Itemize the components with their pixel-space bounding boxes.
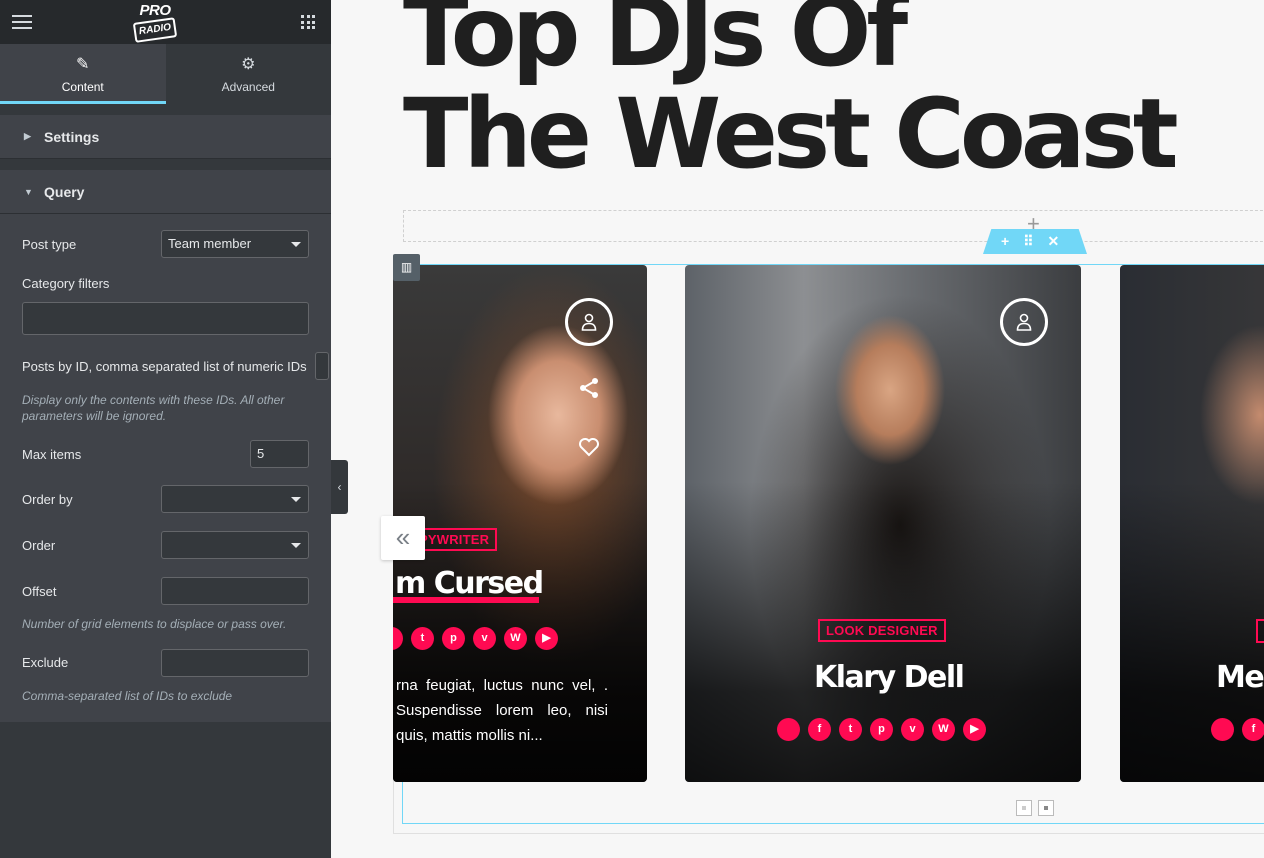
team-member-card[interactable]: Mel f — [1120, 265, 1264, 782]
pinterest-icon[interactable]: p — [870, 718, 893, 741]
widgets-grid-icon[interactable] — [301, 15, 315, 29]
pagination-dot-active[interactable] — [1038, 800, 1054, 816]
post-type-select[interactable]: Team member — [161, 230, 309, 258]
person-icon — [581, 313, 597, 331]
pinterest-icon[interactable]: p — [442, 627, 465, 650]
query-controls: Post type Team member Category filters P… — [0, 214, 331, 722]
team-member-card[interactable]: PYWRITER m Cursed t p v W ▶ rna feugiat,… — [393, 265, 647, 782]
twitter-icon[interactable]: t — [839, 718, 862, 741]
panel-tabs: ✎ Content ⚙ Advanced — [0, 44, 331, 104]
page-heading-line2: The West Coast — [403, 78, 1179, 190]
person-icon — [1016, 313, 1032, 331]
carousel-pagination — [1016, 800, 1054, 816]
logo-line1: PRO — [139, 2, 171, 19]
section-settings-label: Settings — [44, 128, 100, 145]
name-underline — [393, 597, 539, 603]
columns-icon: ▥ — [400, 260, 413, 274]
role-tag — [1256, 619, 1264, 643]
tab-content-label: Content — [61, 80, 104, 94]
add-section-button[interactable]: + — [1001, 233, 1009, 249]
order-select[interactable] — [161, 531, 309, 559]
profile-button[interactable] — [565, 298, 613, 346]
menu-icon[interactable] — [12, 15, 32, 29]
tab-advanced[interactable]: ⚙ Advanced — [166, 44, 332, 104]
gear-icon: ⚙ — [241, 56, 256, 73]
logo-line2: RADIO — [132, 17, 178, 43]
facebook-icon[interactable]: f — [808, 718, 831, 741]
page-heading-line1: Top DJs Of — [403, 0, 908, 88]
pencil-icon: ✎ — [76, 56, 90, 73]
posts-by-id-label: Posts by ID, comma separated list of num… — [22, 359, 307, 374]
max-items-value: 5 — [257, 446, 265, 461]
role-tag: LOOK DESIGNER — [818, 619, 946, 642]
chevron-down-icon — [291, 543, 301, 548]
tab-content[interactable]: ✎ Content — [0, 44, 166, 104]
member-name[interactable]: Mel — [1216, 661, 1264, 695]
posts-by-id-input[interactable] — [315, 352, 329, 380]
offset-description: Number of grid elements to displace or p… — [22, 617, 287, 631]
exclude-input[interactable] — [161, 649, 309, 677]
order-by-select[interactable] — [161, 485, 309, 513]
spacer — [0, 104, 331, 115]
vimeo-icon[interactable]: v — [473, 627, 496, 650]
close-section-button[interactable]: ✕ — [1047, 233, 1059, 249]
section-query-label: Query — [44, 183, 85, 200]
team-member-card[interactable]: LOOK DESIGNER Klary Dell f t p v W ▶ — [685, 265, 1081, 782]
wordpress-icon[interactable]: W — [932, 718, 955, 741]
social-links: t p v W ▶ — [393, 627, 558, 650]
member-name[interactable]: Klary Dell — [814, 661, 965, 695]
chevron-down-icon — [291, 242, 301, 247]
member-bio: rna feugiat, luctus nunc vel, . Suspendi… — [396, 677, 608, 744]
carousel-prev-button[interactable]: « — [381, 516, 425, 560]
heart-icon[interactable] — [578, 437, 600, 461]
social-links: f — [1211, 718, 1264, 741]
preview-canvas: Top DJs Of The West Coast + + ⠿ ✕ PYWRIT… — [331, 0, 1264, 858]
share-icon[interactable] — [578, 377, 600, 403]
caret-right-icon: ▶ — [24, 131, 31, 141]
section-query[interactable]: ▼ Query — [0, 170, 331, 214]
social-links: f t p v W ▶ — [777, 718, 986, 741]
move-section-handle[interactable]: ⠿ — [1023, 233, 1033, 249]
category-filters-input[interactable] — [22, 302, 309, 335]
editor-panel: PRO RADIO ✎ Content ⚙ Advanced ▶ Setting… — [0, 0, 331, 858]
tab-advanced-label: Advanced — [221, 80, 275, 94]
column-handle[interactable]: ▥ — [393, 254, 420, 281]
chevron-down-icon — [291, 497, 301, 502]
profile-button[interactable] — [1000, 298, 1048, 346]
apple-icon[interactable] — [393, 627, 403, 650]
double-chevron-left-icon: « — [395, 522, 411, 552]
max-items-input[interactable]: 5 — [250, 440, 309, 468]
member-name[interactable]: m Cursed — [395, 567, 544, 601]
caret-down-icon: ▼ — [24, 186, 33, 197]
youtube-icon[interactable]: ▶ — [963, 718, 986, 741]
section-settings[interactable]: ▶ Settings — [0, 115, 331, 159]
panel-header: PRO RADIO — [0, 0, 331, 44]
twitter-icon[interactable]: t — [411, 627, 434, 650]
section-toolbar: + ⠿ ✕ — [983, 229, 1087, 254]
youtube-icon[interactable]: ▶ — [535, 627, 558, 650]
apple-icon[interactable] — [777, 718, 800, 741]
vimeo-icon[interactable]: v — [901, 718, 924, 741]
spacer — [0, 159, 331, 170]
facebook-icon[interactable]: f — [1242, 718, 1264, 741]
logo: PRO RADIO — [130, 2, 180, 43]
apple-icon[interactable] — [1211, 718, 1234, 741]
exclude-description: Comma-separated list of IDs to exclude — [22, 689, 233, 703]
empty-section-dropzone[interactable] — [403, 210, 1264, 242]
category-filters-label: Category filters — [22, 276, 110, 291]
wordpress-icon[interactable]: W — [504, 627, 527, 650]
offset-input[interactable] — [161, 577, 309, 605]
posts-by-id-description: Display only the contents with these IDs… — [22, 393, 285, 423]
post-type-value: Team member — [168, 236, 252, 251]
pagination-dot[interactable] — [1016, 800, 1032, 816]
